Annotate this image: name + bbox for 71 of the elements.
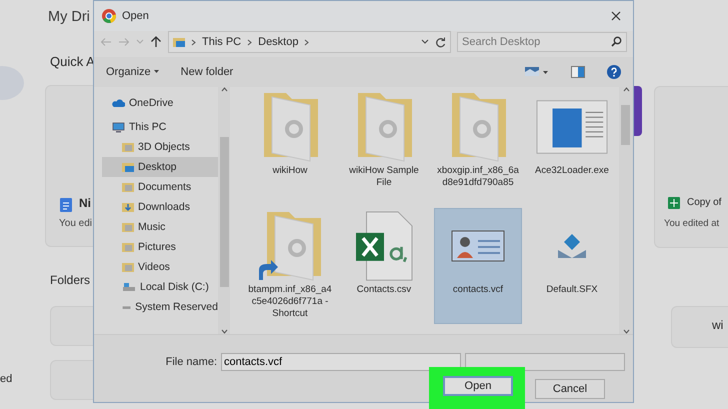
nav-item[interactable]: Local Disk (C:) — [102, 277, 218, 297]
file-item[interactable]: Ace32Loader.exe — [528, 89, 616, 205]
folder-icon — [122, 242, 134, 252]
scrollbar[interactable] — [619, 87, 633, 334]
section-heading: Folders — [50, 273, 90, 287]
file-item[interactable]: contacts.vcf — [434, 208, 522, 324]
nav-item[interactable]: Documents — [102, 177, 218, 197]
folder-shortcut-icon — [256, 211, 324, 281]
folder-icon — [122, 262, 134, 272]
nav-item[interactable]: Downloads — [102, 197, 218, 217]
desktop-folder-icon — [122, 162, 134, 172]
address-bar[interactable]: This PC Desktop — [168, 31, 451, 53]
file-name: Copy of — [687, 197, 722, 208]
search-field[interactable]: Search Desktop — [457, 32, 627, 52]
chevron-icon — [304, 38, 310, 46]
spreadsheet-icon — [668, 197, 680, 209]
download-folder-icon — [122, 202, 134, 212]
contact-card-icon — [451, 230, 505, 262]
new-folder-button[interactable]: New folder — [180, 66, 234, 78]
folder-icon — [173, 36, 185, 48]
page-title: My Dri — [48, 9, 90, 25]
document-icon — [60, 198, 72, 212]
sidebar-text: ed — [0, 373, 12, 385]
file-item[interactable]: wikiHow Sample File — [340, 89, 428, 205]
nav-item[interactable]: System Reserved — [102, 297, 218, 317]
file-item[interactable]: Default.SFX — [528, 208, 616, 324]
nav-item[interactable]: Desktop — [102, 157, 218, 177]
file-item[interactable]: Contacts.csv — [340, 208, 428, 324]
edited-text: You edi — [59, 218, 92, 229]
browser-logo-icon — [102, 9, 116, 23]
caret-icon — [154, 70, 159, 74]
file-item[interactable]: btampm.inf_x86_a4c5e4026d6f771a - Shortcut — [246, 208, 334, 324]
file-item[interactable]: xboxgip.inf_x86_6ad8e91dfd790a85 — [434, 89, 522, 205]
open-button[interactable]: Open — [443, 376, 513, 396]
nav-item[interactable]: Music — [102, 217, 218, 237]
folder-name: wi — [712, 318, 724, 332]
organize-menu[interactable]: Organize — [106, 66, 159, 78]
nav-item[interactable]: OneDrive — [102, 93, 218, 113]
nav-item[interactable]: This PC — [102, 117, 218, 137]
file-name-field[interactable]: contacts.vcf — [221, 353, 461, 371]
disk-drive-icon — [122, 282, 136, 292]
folder-icon — [122, 182, 134, 192]
scrollbar[interactable] — [218, 87, 230, 334]
scrollbar-thumb[interactable] — [621, 105, 630, 145]
folder-icon — [122, 142, 134, 152]
chevron-icon — [191, 38, 196, 46]
field-label: File name: — [166, 356, 217, 368]
search-icon — [611, 36, 622, 47]
preview-pane-icon[interactable] — [571, 66, 585, 78]
view-options-icon[interactable] — [525, 66, 549, 78]
breadcrumb[interactable]: Desktop — [258, 36, 298, 48]
dropdown-caret-icon[interactable] — [421, 39, 429, 45]
edited-text: You edited at — [664, 218, 720, 229]
help-icon[interactable] — [607, 65, 621, 79]
folder-icon — [122, 222, 134, 232]
scrollbar-thumb[interactable] — [220, 137, 229, 287]
dialog-title: Open — [122, 10, 149, 22]
nav-item[interactable]: Videos — [102, 257, 218, 277]
file-item[interactable]: wikiHow — [246, 89, 334, 205]
nav-item[interactable]: 3D Objects — [102, 137, 218, 157]
logo-file-icon — [558, 234, 586, 258]
refresh-icon[interactable] — [435, 36, 446, 48]
cloud-icon — [112, 98, 125, 108]
up-arrow-icon[interactable] — [150, 36, 162, 48]
breadcrumb[interactable]: This PC — [202, 36, 242, 48]
application-window-icon — [536, 99, 608, 155]
cancel-button[interactable]: Cancel — [535, 379, 605, 399]
chevron-icon — [247, 38, 252, 46]
nav-item[interactable]: Pictures — [102, 237, 218, 257]
file-name: Ni — [79, 196, 91, 210]
computer-icon — [112, 122, 125, 132]
